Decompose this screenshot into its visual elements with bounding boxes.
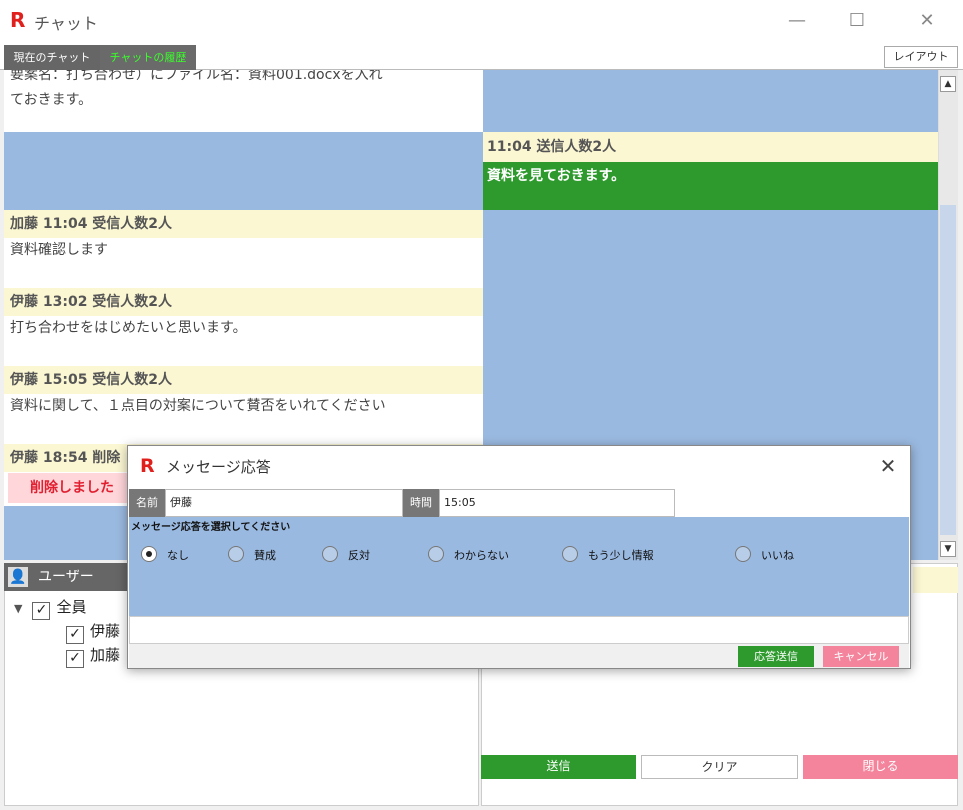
spacer-blue <box>4 132 483 210</box>
send-button[interactable]: 送信 <box>481 755 636 779</box>
tree-item-user[interactable]: ✓ 伊藤 <box>66 620 120 644</box>
sent-message-header: 11:04 送信人数2人 <box>483 132 938 162</box>
window-close-button[interactable]: ✕ <box>912 6 942 36</box>
title-bar <box>0 0 963 42</box>
radio-icon[interactable] <box>322 546 338 562</box>
app-logo-icon: R <box>10 8 26 32</box>
message-header: 伊藤 13:02 受信人数2人 <box>4 288 483 316</box>
time-field[interactable]: 15:05 <box>439 489 675 517</box>
tree-item-label: 加藤 <box>90 646 121 664</box>
radio-unsure[interactable]: わからない <box>428 546 509 564</box>
checkbox-icon[interactable]: ✓ <box>66 626 84 644</box>
message-body-partial: ておきます。 <box>4 88 483 112</box>
tab-chat-history[interactable]: チャットの履歴 <box>100 45 196 70</box>
scroll-up-icon[interactable]: ▲ <box>940 76 956 92</box>
radio-more-info[interactable]: もう少し情報 <box>562 546 654 564</box>
time-label: 時間 <box>403 489 439 517</box>
radio-icon[interactable] <box>428 546 444 562</box>
radio-selected-icon[interactable] <box>141 546 157 562</box>
radio-icon[interactable] <box>562 546 578 562</box>
dialog-title: メッセージ応答 <box>166 458 271 476</box>
deleted-badge: 削除しました <box>8 473 128 503</box>
minimize-button[interactable]: — <box>782 6 812 36</box>
scrollbar-thumb[interactable] <box>940 205 956 535</box>
maximize-button[interactable]: ☐ <box>842 6 872 36</box>
close-button[interactable]: 閉じる <box>803 755 958 779</box>
radio-disagree[interactable]: 反対 <box>322 546 370 564</box>
tree-item-label: 全員 <box>56 598 87 616</box>
user-icon: 👤 <box>8 567 28 587</box>
reply-send-button[interactable]: 応答送信 <box>738 646 814 667</box>
message-body: 資料に関して、１点目の対案について賛否をいれてください <box>4 394 483 444</box>
tree-item-label: 伊藤 <box>90 622 121 640</box>
layout-button[interactable]: レイアウト <box>884 46 958 68</box>
message-header: 伊藤 15:05 受信人数2人 <box>4 366 483 394</box>
tree-item-all[interactable]: ▼ ✓ 全員 <box>14 596 86 620</box>
name-field[interactable]: 伊藤 <box>165 489 403 517</box>
dialog-logo-icon: R <box>140 455 155 477</box>
message-body: 資料確認します <box>4 238 483 288</box>
tab-current-chat[interactable]: 現在のチャット <box>4 45 100 70</box>
reply-prompt: メッセージ応答を選択してください <box>131 522 291 533</box>
sent-message-body: 資料を見ておきます。 <box>483 162 938 210</box>
clear-button[interactable]: クリア <box>641 755 798 779</box>
message-body: 打ち合わせをはじめたいと思います。 <box>4 316 483 366</box>
reply-cancel-button[interactable]: キャンセル <box>823 646 899 667</box>
radio-icon[interactable] <box>735 546 751 562</box>
message-header: 加藤 11:04 受信人数2人 <box>4 210 483 238</box>
radio-like[interactable]: いいね <box>735 546 794 564</box>
scroll-down-icon[interactable]: ▼ <box>940 541 956 557</box>
name-label: 名前 <box>129 489 165 517</box>
header-strip <box>913 567 958 593</box>
dialog-close-icon[interactable]: ✕ <box>874 452 902 480</box>
checkbox-icon[interactable]: ✓ <box>32 602 51 620</box>
reply-comment-input[interactable] <box>129 616 909 644</box>
checkbox-icon[interactable]: ✓ <box>66 650 84 668</box>
radio-agree[interactable]: 賛成 <box>228 546 276 564</box>
window-title: チャット <box>34 14 98 33</box>
tree-expand-icon[interactable]: ▼ <box>14 602 22 615</box>
radio-icon[interactable] <box>228 546 244 562</box>
radio-none[interactable]: なし <box>141 546 189 564</box>
tree-item-user[interactable]: ✓ 加藤 <box>66 644 120 668</box>
